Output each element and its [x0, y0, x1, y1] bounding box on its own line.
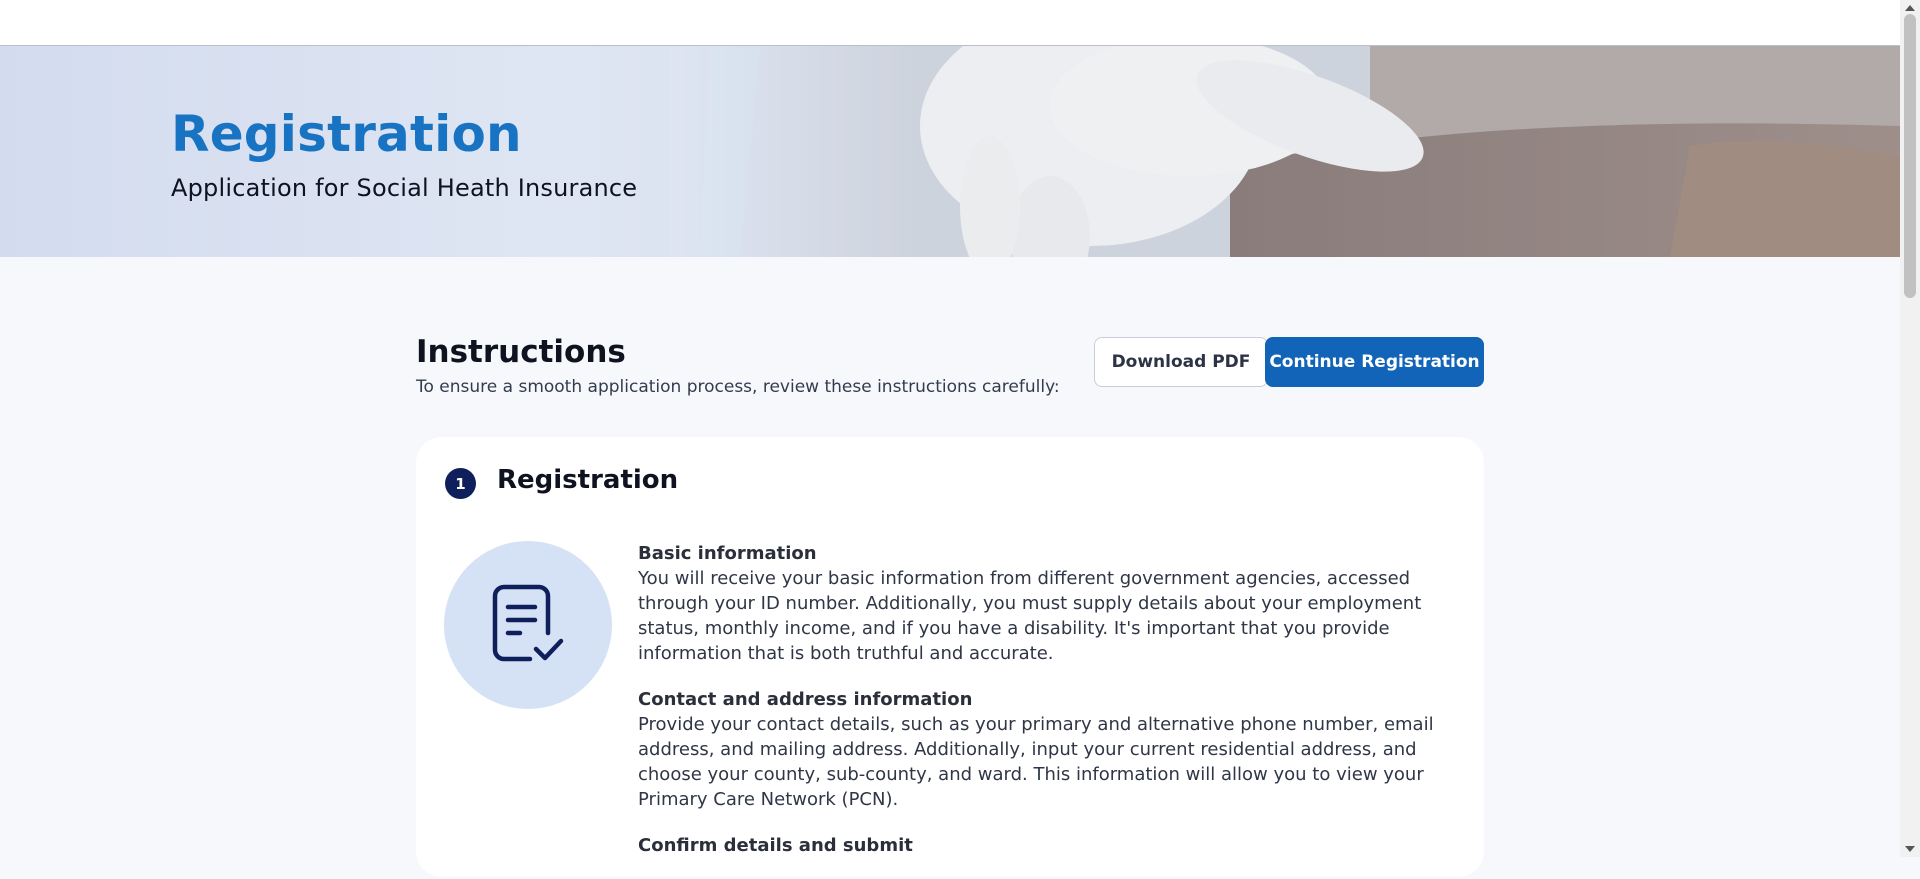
section-confirm-submit: Confirm details and submit: [638, 833, 1458, 858]
document-check-icon: [444, 541, 612, 709]
section-basic-information: Basic information You will receive your …: [638, 541, 1458, 666]
section-body: You will receive your basic information …: [638, 568, 1422, 664]
instructions-header: Instructions To ensure a smooth applicat…: [416, 335, 1484, 397]
scroll-up-arrow-icon[interactable]: [1905, 5, 1915, 11]
step-number-badge: 1: [445, 468, 476, 499]
section-title: Basic information: [638, 543, 817, 564]
section-title: Contact and address information: [638, 689, 973, 710]
page-scrollbar[interactable]: [1900, 0, 1920, 857]
step-title: Registration: [497, 465, 679, 495]
hero-gloved-hands-image: [670, 46, 1900, 257]
page-title: Registration: [171, 105, 522, 163]
section-title: Confirm details and submit: [638, 835, 913, 856]
section-body: Provide your contact details, such as yo…: [638, 714, 1434, 810]
download-pdf-button[interactable]: Download PDF: [1094, 337, 1268, 387]
browser-top-bar: [0, 0, 1900, 46]
page-subtitle: Application for Social Heath Insurance: [171, 174, 638, 202]
scroll-thumb[interactable]: [1904, 14, 1916, 298]
section-contact-address: Contact and address information Provide …: [638, 687, 1458, 812]
continue-registration-button[interactable]: Continue Registration: [1265, 337, 1484, 387]
step-card-registration: 1 Registration Basic information You wil…: [416, 437, 1484, 877]
step-sections: Basic information You will receive your …: [638, 541, 1458, 879]
scroll-down-arrow-icon[interactable]: [1905, 846, 1915, 852]
hero-banner: Registration Application for Social Heat…: [0, 46, 1900, 257]
